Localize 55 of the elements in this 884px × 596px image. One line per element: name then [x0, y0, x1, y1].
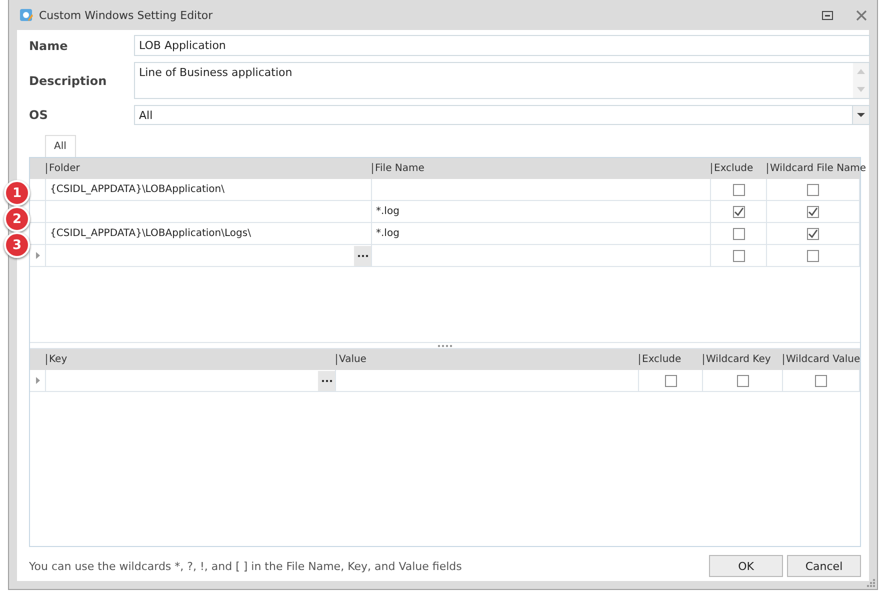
column-header[interactable]: Exclude [711, 163, 754, 174]
table-cell-text: {CSIDL_APPDATA}\LOBApplication\ [49, 184, 224, 195]
check-icon [808, 207, 818, 216]
table-cell-text: {CSIDL_APPDATA}\LOBApplication\Logs\ [49, 228, 251, 239]
os-dropdown[interactable]: All [134, 105, 870, 125]
checkbox[interactable] [807, 228, 819, 240]
description-field[interactable]: Line of Business application [134, 62, 870, 99]
checkbox[interactable] [736, 374, 748, 386]
checkbox[interactable] [732, 184, 744, 196]
column-header[interactable]: Wildcard Key [703, 354, 771, 365]
checkbox[interactable] [815, 374, 827, 386]
app-icon [19, 8, 33, 22]
checkbox[interactable] [807, 206, 819, 218]
number-badge: 2 [4, 206, 30, 232]
scroll-bar[interactable] [853, 63, 869, 98]
splitter-handle-icon[interactable] [438, 344, 452, 346]
number-badge: 3 [4, 232, 30, 258]
check-icon [734, 207, 744, 216]
field-label: OS [29, 107, 49, 124]
dialog-button[interactable]: Cancel [787, 555, 861, 577]
column-header[interactable]: File Name [372, 163, 424, 174]
field-label: Name [29, 38, 69, 54]
table-cell-text: *.log [375, 206, 400, 217]
checkbox[interactable] [664, 374, 676, 386]
row-pointer-icon [36, 377, 40, 384]
column-header[interactable]: Exclude [639, 354, 682, 365]
window-title: Custom Windows Setting Editor [39, 8, 213, 22]
hint-text: You can use the wildcards *, ?, !, and [ ] in the File Name, Key, and Value fields [29, 560, 463, 572]
down-arrow-icon [857, 86, 865, 92]
caret-icon [857, 113, 865, 117]
column-header[interactable]: Folder [46, 163, 80, 174]
name-field[interactable]: LOB Application [134, 35, 870, 56]
column-header[interactable]: Value [336, 354, 366, 365]
resize-grip-icon [867, 579, 875, 587]
column-header[interactable]: Wildcard File Name [767, 163, 866, 174]
up-arrow-icon [857, 69, 865, 74]
check-icon [808, 229, 818, 238]
column-header[interactable]: Wildcard Value [783, 354, 860, 365]
dialog-button[interactable]: OK [709, 555, 783, 577]
browse-button[interactable] [318, 370, 335, 390]
checkbox[interactable] [807, 184, 819, 196]
checkbox[interactable] [732, 206, 744, 218]
row-pointer-icon [36, 252, 40, 259]
checkbox[interactable] [732, 228, 744, 240]
column-header[interactable]: Key [46, 354, 68, 365]
field-label: Description [29, 72, 108, 90]
checkbox[interactable] [807, 250, 819, 262]
table-cell-text: *.log [375, 228, 400, 239]
dropdown-button[interactable] [852, 106, 869, 124]
browse-button[interactable] [354, 246, 371, 266]
checkbox[interactable] [732, 250, 744, 262]
close-icon[interactable] [856, 10, 867, 20]
restore-icon[interactable] [822, 10, 833, 20]
tab[interactable]: All [45, 135, 76, 157]
number-badge: 1 [4, 180, 30, 206]
